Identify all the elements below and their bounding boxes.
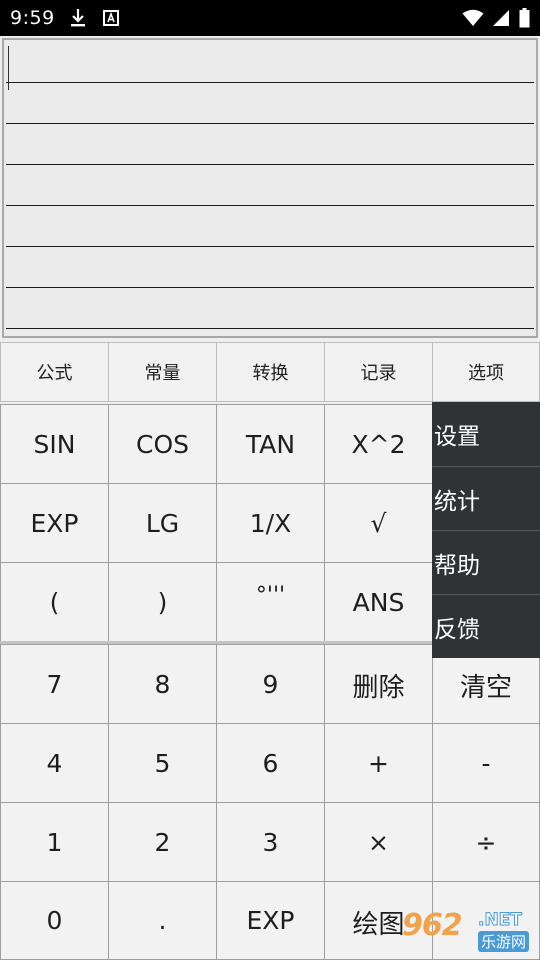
display-rule-line bbox=[6, 246, 534, 247]
status-time: 9:59 bbox=[10, 7, 55, 29]
signal-icon bbox=[490, 6, 512, 30]
digit-7-key[interactable]: 7 bbox=[0, 644, 109, 724]
square-key[interactable]: X^2 bbox=[324, 404, 433, 484]
battery-icon bbox=[516, 6, 532, 30]
minus-key[interactable]: - bbox=[432, 723, 540, 803]
divide-key[interactable]: ÷ bbox=[432, 802, 540, 882]
delete-key[interactable]: 删除 bbox=[324, 644, 433, 724]
digit-2-key[interactable]: 2 bbox=[108, 802, 217, 882]
display-rule-line bbox=[6, 328, 534, 329]
digit-5-key[interactable]: 5 bbox=[108, 723, 217, 803]
menu-tabs: 公式 常量 转换 记录 选项 bbox=[0, 342, 540, 402]
decimal-point-key[interactable]: . bbox=[108, 881, 217, 960]
multiply-key[interactable]: × bbox=[324, 802, 433, 882]
digit-0-key[interactable]: 0 bbox=[0, 881, 109, 960]
display-rule-line bbox=[6, 123, 534, 124]
options-menu: 设置 统计 帮助 反馈 bbox=[432, 402, 540, 658]
wifi-icon bbox=[460, 6, 486, 30]
menu-item-statistics[interactable]: 统计 bbox=[432, 467, 540, 531]
plus-key[interactable]: + bbox=[324, 723, 433, 803]
tab-convert[interactable]: 转换 bbox=[216, 342, 325, 402]
open-paren-key[interactable]: ( bbox=[0, 562, 109, 642]
menu-item-settings[interactable]: 设置 bbox=[432, 402, 540, 466]
expression-display[interactable] bbox=[2, 38, 538, 338]
digit-3-key[interactable]: 3 bbox=[216, 802, 325, 882]
display-rule-line bbox=[6, 164, 534, 165]
close-paren-key[interactable]: ) bbox=[108, 562, 217, 642]
cos-key[interactable]: COS bbox=[108, 404, 217, 484]
tan-key[interactable]: TAN bbox=[216, 404, 325, 484]
digit-1-key[interactable]: 1 bbox=[0, 802, 109, 882]
display-rule-line bbox=[6, 82, 534, 83]
tab-formula[interactable]: 公式 bbox=[0, 342, 109, 402]
reciprocal-key[interactable]: 1/X bbox=[216, 483, 325, 563]
degree-minute-second-key[interactable]: °''' bbox=[216, 562, 325, 642]
tab-options[interactable]: 选项 bbox=[432, 342, 540, 402]
exp-key[interactable]: EXP bbox=[0, 483, 109, 563]
ans-key[interactable]: ANS bbox=[324, 562, 433, 642]
sqrt-key[interactable]: √ bbox=[324, 483, 433, 563]
watermark-domain: .NET bbox=[478, 910, 523, 931]
display-rule-line bbox=[6, 287, 534, 288]
lg-key[interactable]: LG bbox=[108, 483, 217, 563]
exp-entry-key[interactable]: EXP bbox=[216, 881, 325, 960]
digit-8-key[interactable]: 8 bbox=[108, 644, 217, 724]
status-bar: 9:59 bbox=[0, 0, 540, 36]
sin-key[interactable]: SIN bbox=[0, 404, 109, 484]
display-rule-line bbox=[6, 205, 534, 206]
watermark-mark: 962 bbox=[402, 908, 463, 943]
menu-item-feedback[interactable]: 反馈 bbox=[432, 595, 540, 659]
download-icon bbox=[66, 6, 90, 30]
notification-a-icon bbox=[100, 6, 122, 30]
menu-item-help[interactable]: 帮助 bbox=[432, 531, 540, 595]
text-cursor bbox=[8, 46, 9, 90]
site-watermark: 962 .NET 乐游网 bbox=[402, 906, 536, 956]
digit-9-key[interactable]: 9 bbox=[216, 644, 325, 724]
digit-6-key[interactable]: 6 bbox=[216, 723, 325, 803]
tab-constants[interactable]: 常量 bbox=[108, 342, 217, 402]
watermark-label: 乐游网 bbox=[478, 931, 530, 952]
tab-history[interactable]: 记录 bbox=[324, 342, 433, 402]
digit-4-key[interactable]: 4 bbox=[0, 723, 109, 803]
